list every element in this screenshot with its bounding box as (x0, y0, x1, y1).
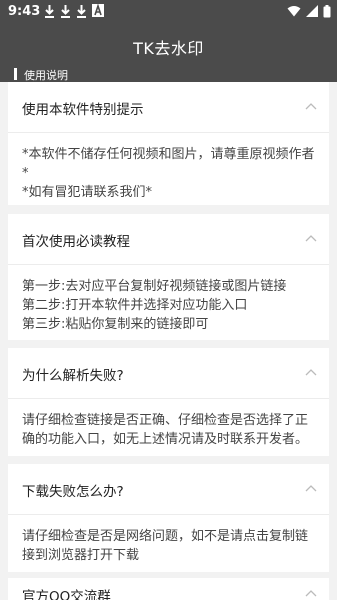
faq-title: 下载失败怎么办? (22, 484, 124, 500)
section-accent (14, 68, 17, 80)
chevron-up-icon[interactable] (305, 589, 317, 597)
font-icon (92, 4, 104, 17)
status-bar: 9:43 (0, 0, 337, 24)
faq-title: 首次使用必读教程 (22, 234, 130, 250)
section-label: 使用说明 (24, 69, 68, 82)
chevron-up-icon[interactable] (305, 484, 317, 492)
faq-card-usage-notice[interactable]: 使用本软件特别提示 *本软件不储存任何视频和图片，请尊重原视频作者* *如有冒犯… (8, 82, 329, 205)
faq-card-download-failure[interactable]: 下载失败怎么办? 请仔细检查是否是网络问题，如不是请点击复制链接到浏览器打开下载 (8, 464, 329, 572)
faq-body: *本软件不储存任何视频和图片，请尊重原视频作者* *如有冒犯请联系我们* (22, 145, 319, 202)
signal-icon (306, 5, 318, 17)
download-icon (77, 5, 86, 18)
download-icon (61, 5, 70, 18)
faq-line: 第一步:去对应平台复制好视频链接或图片链接 (22, 279, 287, 294)
faq-body: 请仔细检查链接是否正确、仔细检查是否选择了正确的功能入口，如无上述情况请及时联系… (22, 411, 319, 449)
faq-card-first-use-tutorial[interactable]: 首次使用必读教程 第一步:去对应平台复制好视频链接或图片链接 第二步:打开本软件… (8, 214, 329, 340)
app-bar: TK去水印 (0, 24, 337, 66)
chevron-up-icon[interactable] (305, 102, 317, 110)
chevron-up-icon[interactable] (305, 234, 317, 242)
chevron-up-icon[interactable] (305, 368, 317, 376)
status-time: 9:43 (8, 4, 41, 19)
faq-divider (8, 264, 329, 265)
system-icons (287, 5, 331, 18)
faq-title: 使用本软件特别提示 (22, 102, 144, 118)
faq-line: 请仔细检查链接是否正确、仔细检查是否选择了正确的功能入口，如无上述情况请及时联系… (22, 413, 309, 447)
faq-body: 第一步:去对应平台复制好视频链接或图片链接 第二步:打开本软件并选择对应功能入口… (22, 277, 319, 334)
faq-line: 请仔细检查是否是网络问题，如不是请点击复制链接到浏览器打开下载 (22, 529, 309, 563)
faq-divider (8, 514, 329, 515)
faq-line: 第二步:打开本软件并选择对应功能入口 (22, 298, 248, 313)
faq-title: 为什么解析失败? (22, 368, 124, 384)
faq-line: 第三步:粘贴你复制来的链接即可 (22, 317, 209, 332)
faq-divider (8, 398, 329, 399)
wifi-icon (287, 6, 301, 17)
faq-body: 请仔细检查是否是网络问题，如不是请点击复制链接到浏览器打开下载 (22, 527, 319, 565)
notification-icons (44, 4, 104, 18)
faq-line: *如有冒犯请联系我们* (22, 185, 153, 200)
section-header: 使用说明 (0, 66, 337, 82)
faq-card-parse-failure[interactable]: 为什么解析失败? 请仔细检查链接是否正确、仔细检查是否选择了正确的功能入口，如无… (8, 348, 329, 456)
download-icon (45, 5, 54, 18)
faq-title: 官方QQ交流群 (22, 589, 111, 600)
faq-divider (8, 132, 329, 133)
app-title: TK去水印 (133, 39, 204, 58)
faq-card-qq-group[interactable]: 官方QQ交流群 (8, 578, 329, 600)
battery-icon (323, 5, 331, 18)
faq-line: *本软件不储存任何视频和图片，请尊重原视频作者* (22, 147, 315, 181)
